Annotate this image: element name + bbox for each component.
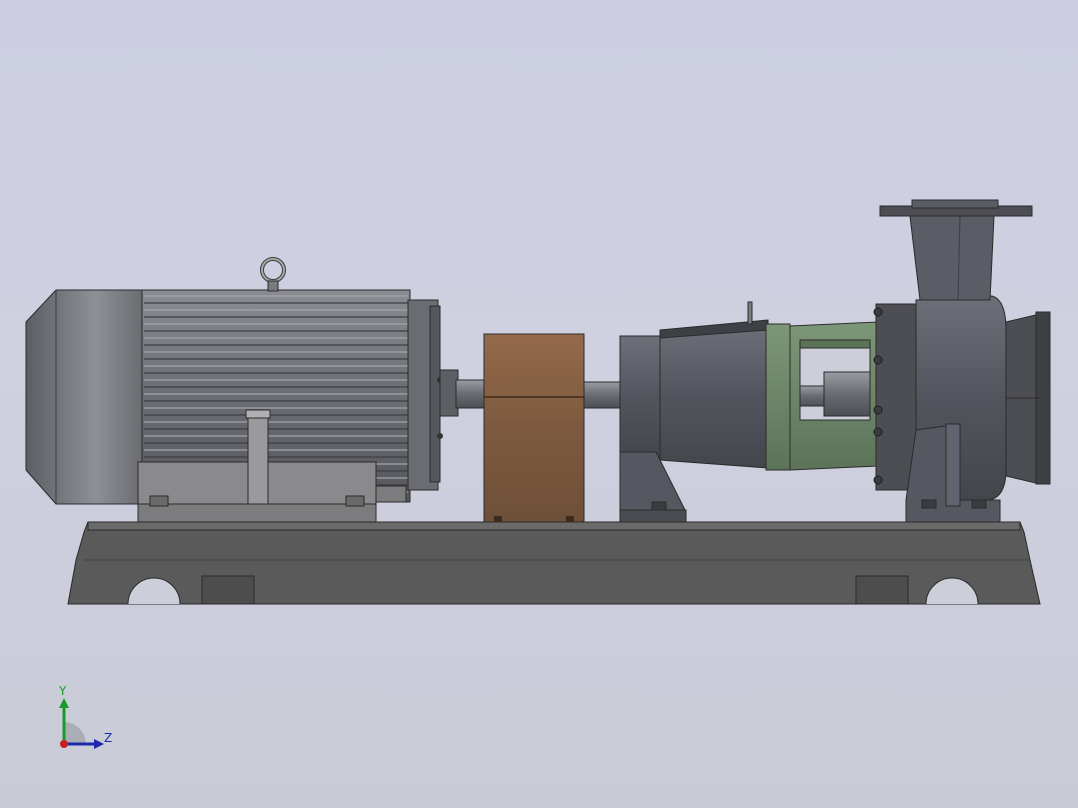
y-axis-label: Y bbox=[58, 684, 67, 698]
orientation-triad[interactable]: Y Z bbox=[48, 684, 128, 764]
bolt bbox=[873, 475, 883, 485]
z-axis-label: Z bbox=[104, 731, 112, 745]
bolt bbox=[873, 427, 883, 437]
motor-coupling bbox=[439, 369, 485, 417]
pump-casing bbox=[873, 199, 1051, 523]
bolt bbox=[873, 307, 883, 317]
model-viewport[interactable]: Y Z bbox=[0, 0, 1078, 808]
bearing-bracket bbox=[765, 321, 879, 471]
pump-shaft bbox=[583, 381, 621, 409]
electric-motor bbox=[25, 257, 443, 523]
z-axis-arrow bbox=[94, 739, 104, 749]
y-axis-arrow bbox=[59, 698, 69, 708]
baseplate bbox=[67, 521, 1041, 605]
coupling-guard bbox=[483, 333, 585, 523]
x-axis-dot bbox=[60, 740, 68, 748]
triad-arc bbox=[64, 722, 86, 744]
bolt bbox=[873, 355, 883, 365]
pump-assembly-model[interactable] bbox=[0, 0, 1078, 808]
bolt bbox=[873, 405, 883, 415]
bearing-housing bbox=[619, 301, 769, 523]
